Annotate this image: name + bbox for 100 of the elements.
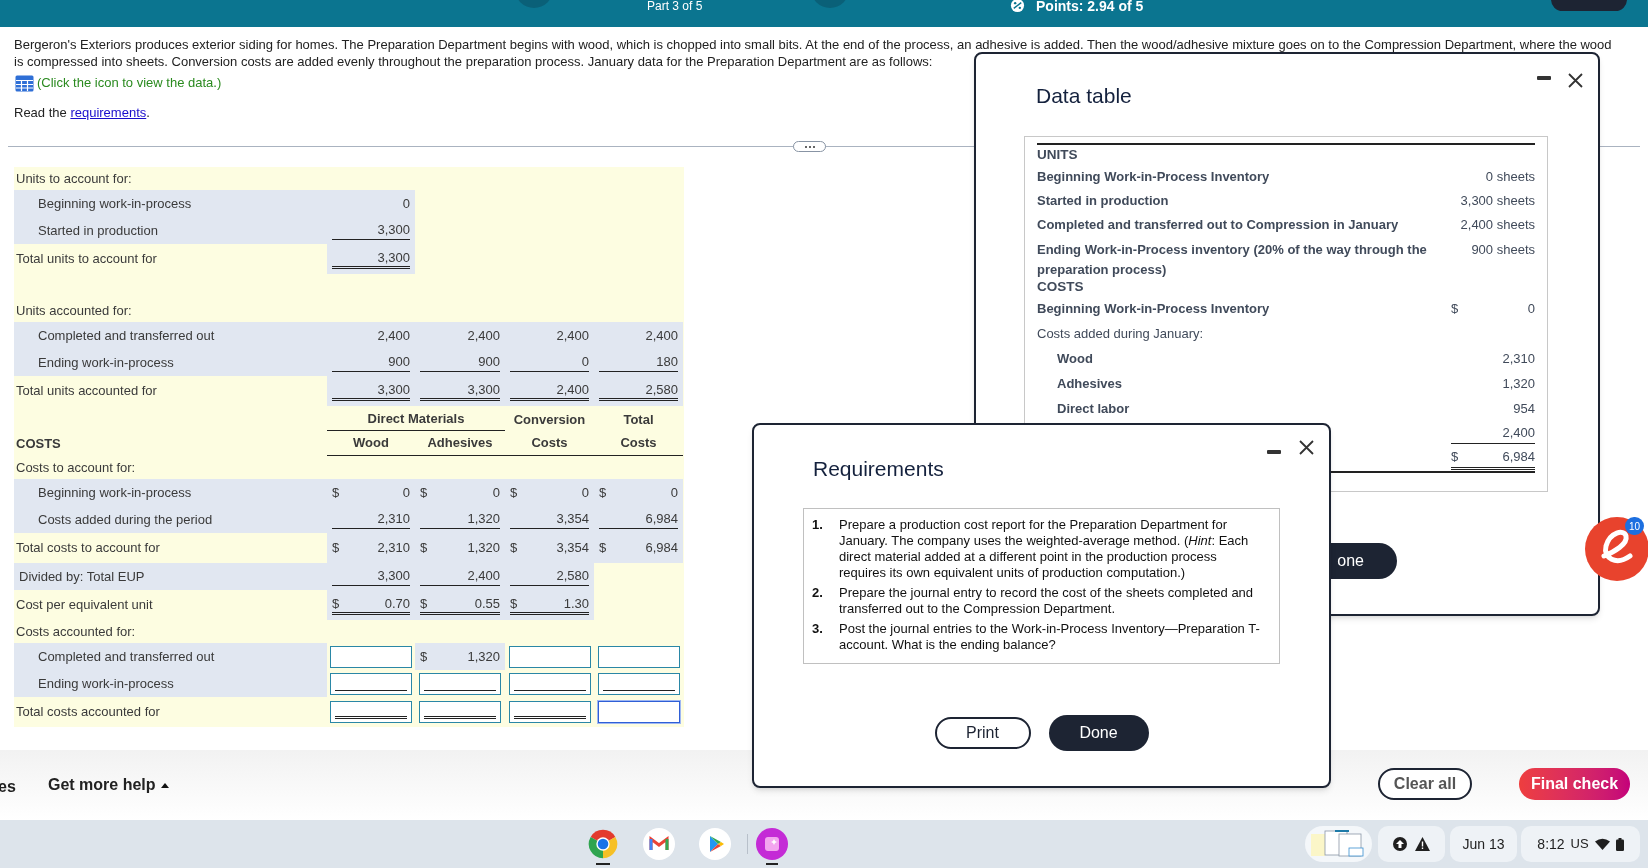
help-menu-button[interactable]: Get more help	[48, 773, 169, 797]
upload-icon	[1393, 837, 1407, 851]
cell-value: 1,320	[467, 510, 500, 529]
clock-text: 8:12	[1537, 834, 1565, 854]
input-field[interactable]	[419, 701, 501, 723]
cell-value: 0	[581, 353, 589, 372]
cell-value: 3,354	[556, 510, 589, 529]
currency-sign: $	[420, 594, 428, 613]
dialog-title: Requirements	[813, 457, 944, 480]
currency-sign: $	[510, 483, 518, 502]
data-value: 2,310	[1502, 349, 1535, 368]
resize-handle[interactable]	[793, 141, 826, 152]
cell-value: 0.70	[384, 594, 410, 613]
row-label: Cost per equivalent unit	[15, 596, 154, 615]
data-value: 6,984	[1502, 448, 1535, 467]
instruction-text: Read the requirements.	[14, 104, 151, 122]
done-button[interactable]: Done	[1048, 715, 1149, 751]
row-label: Completed and transferred out	[14, 643, 327, 670]
date-button[interactable]: Jun 13	[1450, 826, 1517, 862]
points-label: Points: 2.94 of 5	[1036, 0, 1144, 16]
input-field[interactable]	[330, 645, 412, 668]
clear-all-button[interactable]: Clear all	[1378, 768, 1472, 800]
data-link[interactable]: (Click the icon to view the data.)	[37, 74, 222, 92]
input-field[interactable]	[597, 672, 680, 695]
cell-value: 0	[402, 194, 410, 213]
column-header: Wood	[353, 434, 389, 453]
close-icon[interactable]	[1299, 440, 1314, 455]
browser-icon[interactable]	[587, 828, 619, 860]
input-field[interactable]	[419, 672, 501, 695]
data-row-label: COSTS	[1037, 278, 1084, 294]
data-value: 900 sheets	[1471, 241, 1535, 259]
cell-value: 3,300	[467, 380, 500, 399]
row-label: Total units to account for	[15, 250, 158, 269]
caret-icon	[160, 782, 169, 788]
input-field[interactable]	[330, 701, 412, 723]
data-value: 3,300 sheets	[1460, 192, 1535, 211]
data-value: 0	[1527, 300, 1535, 319]
list-number: 2.	[812, 585, 824, 602]
column-header: Adhesives	[427, 434, 493, 453]
cell-value: 0	[581, 483, 589, 502]
print-button[interactable]: Print	[934, 717, 1031, 749]
data-row-label: Direct labor	[1057, 400, 1130, 416]
data-row-label: Wood	[1057, 350, 1093, 366]
sparkle-app-icon[interactable]	[756, 828, 788, 860]
input-field[interactable]	[330, 672, 412, 695]
row-label: Costs accounted for:	[15, 622, 137, 641]
row-label: Divided by: Total EUP	[14, 563, 327, 590]
cell-value: 2,400	[645, 326, 678, 345]
column-header: Costs	[531, 434, 568, 453]
input-field[interactable]	[508, 645, 591, 668]
cell-value: 3,300	[377, 567, 410, 586]
row-label: Costs added during the period	[14, 506, 327, 533]
cell-value: 6,984	[645, 510, 678, 529]
row-label: Completed and transferred out	[14, 322, 327, 349]
row-label: Started in production	[14, 217, 327, 244]
final-check-button[interactable]: Final check	[1519, 768, 1630, 800]
status-tray[interactable]	[1378, 826, 1445, 862]
problem-text: Bergeron's Exteriors produces exterior siding for homes. The Preparation Department begins with wood, which is chopped into small bits. At the end of the process, an adhesive is added. Then the wood/adhesive mixture goes on to the Compression Department, where the wood is compressed into sheets. Conversion costs are added evenly throughout the preparation process. January data for the Preparation Department are as follows:	[14, 36, 1613, 70]
data-row-label: Started in production	[1037, 193, 1169, 209]
requirement-text: Post the journal entries to the Work-in-Process Inventory—Preparation T-account. What is the ending balance?	[839, 621, 1261, 653]
input-field[interactable]	[597, 645, 680, 668]
cell-value: 3,300	[377, 221, 410, 240]
currency-sign: $	[420, 647, 428, 666]
wifi-icon	[1594, 838, 1610, 850]
row-label: Beginning work-in-process	[14, 479, 327, 506]
data-table-icon[interactable]	[15, 74, 34, 92]
app-indicator	[766, 863, 778, 865]
cell-value: 900	[478, 353, 500, 372]
cell-value: 2,400	[556, 380, 589, 399]
input-field[interactable]	[597, 701, 680, 723]
currency-sign: $	[332, 539, 340, 558]
input-field[interactable]	[508, 672, 591, 695]
cell-value: 180	[656, 353, 678, 372]
floating-action-button[interactable]	[1584, 516, 1648, 582]
data-value: 1,320	[1502, 374, 1535, 393]
data-value: 954	[1513, 399, 1535, 418]
row-label: Total costs accounted for	[15, 703, 161, 722]
play-icon[interactable]	[699, 828, 731, 860]
requirement-text: Prepare the journal entry to record the cost of the sheets completed and transferred out to the Compression Department.	[839, 585, 1255, 617]
list-number: 1.	[812, 517, 824, 534]
currency-sign: $	[1451, 300, 1459, 319]
section-label: COSTS	[16, 434, 61, 453]
row-label: Ending work-in-process	[14, 349, 327, 376]
cell-value: 3,354	[556, 539, 589, 558]
cell-value: 2,400	[377, 326, 410, 345]
keyboard-layout: US	[1570, 835, 1589, 854]
close-icon[interactable]	[1568, 73, 1583, 88]
column-header: Direct Materials	[367, 409, 465, 428]
mail-icon[interactable]	[643, 828, 675, 860]
cell-value: 1.30	[563, 594, 589, 613]
row-label: Units to account for:	[15, 169, 133, 188]
data-row-label: UNITS	[1037, 146, 1078, 162]
input-field[interactable]	[508, 701, 591, 723]
row-label: Ending work-in-process	[14, 670, 327, 697]
cell-value: 0	[402, 483, 410, 502]
dialog-title: Data table	[1036, 84, 1132, 107]
column-header: Total	[623, 410, 654, 429]
list-number: 3.	[812, 621, 824, 638]
cell-value: 900	[388, 353, 410, 372]
cell-value: 3,300	[377, 380, 410, 399]
